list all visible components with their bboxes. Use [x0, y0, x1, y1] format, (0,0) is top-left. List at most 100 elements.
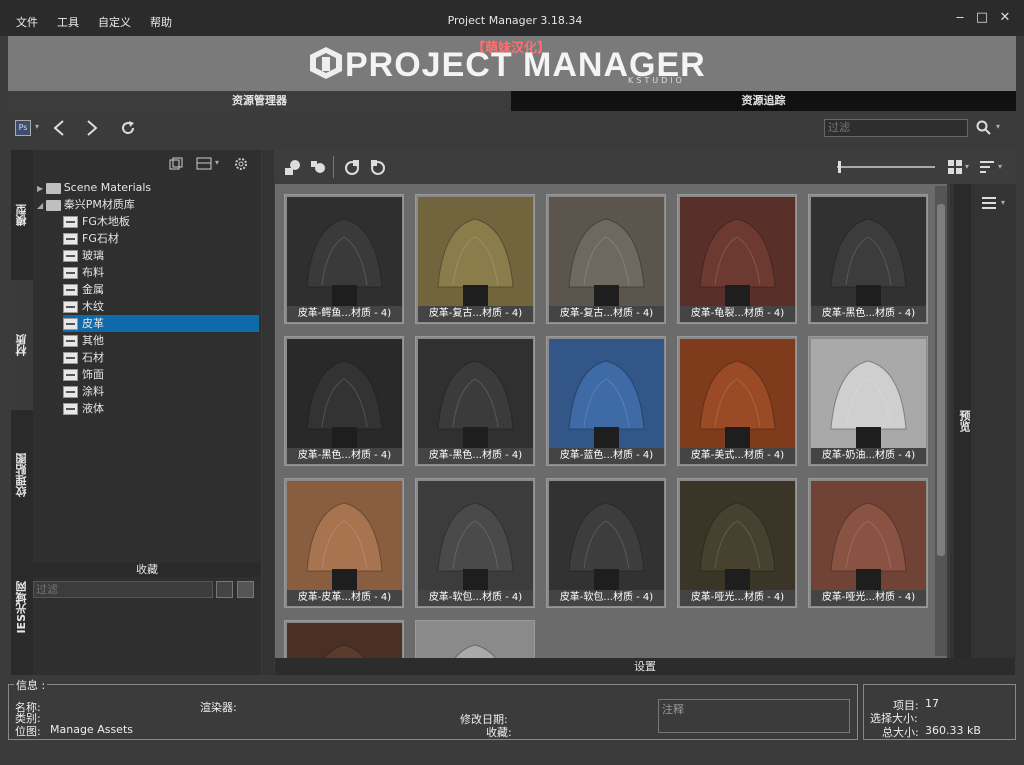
material-thumbnail[interactable]: 皮革-龟裂...材质 - 4) — [677, 194, 797, 324]
tab-asset-browser[interactable]: 资源管理器 — [8, 91, 511, 111]
window-title: Project Manager 3.18.34 — [447, 14, 583, 27]
material-thumbnail[interactable]: 皮革-鳄鱼...材质 - 4) — [284, 194, 404, 324]
tree-item[interactable]: 布料 — [63, 264, 259, 281]
tree-item[interactable]: 石材 — [63, 349, 259, 366]
material-thumbnail[interactable]: 皮革-复古...材质 - 4) — [415, 194, 535, 324]
thumbnail-caption: 皮革-复古...材质 - 4) — [418, 306, 533, 322]
favorites-filter-input[interactable] — [33, 581, 213, 598]
search-options-icon[interactable]: ▾ — [996, 122, 1000, 131]
collapse-icon[interactable] — [169, 157, 183, 171]
preview-tab[interactable]: 预览 — [954, 184, 971, 658]
tree-item[interactable]: 液体 — [63, 400, 259, 417]
tab-textures[interactable]: 纹理贴图 — [11, 410, 33, 540]
material-thumbnail[interactable]: 皮革-软包...材质 - 4) — [546, 478, 666, 608]
menu-file[interactable]: 文件 — [16, 14, 38, 30]
scrollbar-thumb[interactable] — [937, 204, 945, 556]
tree-root-scene-materials[interactable]: ▶ Scene Materials — [37, 179, 151, 196]
tab-materials[interactable]: 材质 — [11, 280, 33, 410]
logo-icon — [310, 47, 342, 79]
search-input[interactable] — [824, 119, 968, 137]
location-label: 位图: — [15, 725, 41, 738]
material-thumbnail[interactable]: 皮革-哑光...材质 - 4) — [808, 478, 928, 608]
favorite-label: 收藏: — [486, 726, 512, 739]
settings-bar[interactable]: 设置 — [275, 658, 1015, 675]
material-thumbnail[interactable]: 皮革-复古...材质 - 4) — [546, 194, 666, 324]
material-thumbnail[interactable]: 皮革-美式...材质 - 4) — [677, 336, 797, 466]
note-field[interactable]: 注释 — [658, 699, 850, 733]
material-preview-image — [680, 339, 795, 448]
grid-view-icon[interactable] — [948, 160, 962, 174]
back-icon[interactable] — [52, 119, 66, 137]
material-thumbnail[interactable] — [284, 620, 404, 658]
menu-help[interactable]: 帮助 — [150, 14, 172, 30]
collapse-tree-icon[interactable]: ◢ — [37, 201, 46, 210]
pick-material-icon[interactable] — [308, 158, 328, 176]
chevron-down-icon[interactable]: ▾ — [1001, 198, 1005, 207]
tab-ies[interactable]: IES光域网 — [11, 540, 33, 675]
tree-item[interactable]: 涂料 — [63, 383, 259, 400]
material-thumbnail[interactable]: 皮革-黑色...材质 - 4) — [808, 194, 928, 324]
material-preview-image — [549, 339, 664, 448]
favorites-remove-icon[interactable] — [237, 581, 254, 598]
search-icon[interactable] — [976, 120, 992, 136]
thumbnail-caption: 皮革-奶油...材质 - 4) — [811, 448, 926, 464]
material-preview-image — [811, 339, 926, 448]
menu-customize[interactable]: 自定义 — [98, 14, 131, 30]
tree-root-library[interactable]: ◢ 秦兴PM材质库 — [37, 196, 135, 213]
close-button[interactable]: ✕ — [997, 10, 1013, 25]
material-thumbnail[interactable]: 皮革-哑光...材质 - 4) — [677, 478, 797, 608]
zoom-slider-handle[interactable] — [838, 161, 841, 173]
tree-item[interactable]: 木纹 — [63, 298, 259, 315]
material-thumbnail[interactable]: 皮革-奶油...材质 - 4) — [808, 336, 928, 466]
minimize-button[interactable]: ‒ — [952, 10, 968, 25]
chevron-down-icon[interactable]: ▾ — [965, 162, 969, 171]
favorites-add-icon[interactable] — [216, 581, 233, 598]
chevron-down-icon[interactable]: ▾ — [35, 122, 39, 131]
thumbnail-caption: 皮革-复古...材质 - 4) — [549, 306, 664, 322]
thumbnail-caption: 皮革-哑光...材质 - 4) — [680, 590, 795, 606]
tree-item[interactable]: FG木地板 — [63, 213, 259, 230]
material-thumbnail[interactable]: 皮革-软包...材质 - 4) — [415, 478, 535, 608]
tab-models[interactable]: 模型 — [11, 150, 33, 280]
list-menu-icon[interactable] — [982, 196, 1000, 210]
expand-icon[interactable]: ▶ — [37, 184, 46, 193]
tree-item[interactable]: 饰面 — [63, 366, 259, 383]
total-size-value: 360.33 kB — [925, 724, 981, 737]
tree-item[interactable]: 玻璃 — [63, 247, 259, 264]
tree-item-selected[interactable]: 皮革 — [63, 315, 259, 332]
chevron-down-icon[interactable]: ▾ — [215, 158, 219, 167]
material-thumbnail[interactable]: 皮革-蓝色...材质 - 4) — [546, 336, 666, 466]
forward-icon[interactable] — [85, 119, 99, 137]
material-thumbnail[interactable] — [415, 620, 535, 658]
material-thumbnail[interactable]: 皮革-黑色...材质 - 4) — [284, 336, 404, 466]
thumbnail-caption: 皮革-皮革...材质 - 4) — [287, 590, 402, 606]
thumbnail-caption: 皮革-软包...材质 - 4) — [549, 590, 664, 606]
merge-scene-icon[interactable] — [368, 158, 388, 176]
tree-item[interactable]: 金属 — [63, 281, 259, 298]
zoom-slider-track[interactable] — [837, 166, 935, 168]
favorites-header[interactable]: 收藏 — [33, 563, 261, 577]
tree-item[interactable]: FG石材 — [63, 230, 259, 247]
sort-icon[interactable] — [980, 160, 994, 174]
material-preview-image — [811, 197, 926, 306]
material-preview-image — [418, 339, 533, 448]
menu-tools[interactable]: 工具 — [57, 14, 79, 30]
tree-item[interactable]: 其他 — [63, 332, 259, 349]
material-thumbnail[interactable]: 皮革-黑色...材质 - 4) — [415, 336, 535, 466]
chevron-down-icon[interactable]: ▾ — [998, 162, 1002, 171]
maximize-button[interactable]: □ — [974, 10, 990, 25]
tab-asset-tracking[interactable]: 资源追踪 — [511, 91, 1016, 111]
apply-material-icon[interactable] — [283, 158, 303, 176]
info-title: 信息 : — [14, 677, 48, 693]
material-thumbnail[interactable]: 皮革-皮革...材质 - 4) — [284, 478, 404, 608]
refresh-icon[interactable] — [120, 120, 136, 136]
gear-icon[interactable] — [233, 156, 249, 172]
open-scene-icon[interactable] — [342, 158, 362, 176]
photoshop-icon[interactable]: Ps — [15, 120, 31, 136]
thumbnail-caption: 皮革-美式...材质 - 4) — [680, 448, 795, 464]
panel-splitter[interactable] — [262, 150, 274, 675]
view-layout-icon[interactable] — [196, 157, 212, 171]
thumbnail-grid: 皮革-鳄鱼...材质 - 4) 皮革-复古...材质 - 4) 皮革-复古...材质… — [275, 184, 947, 658]
library-icon — [63, 352, 78, 364]
logo-subtitle: KSTUDIO — [628, 76, 685, 85]
